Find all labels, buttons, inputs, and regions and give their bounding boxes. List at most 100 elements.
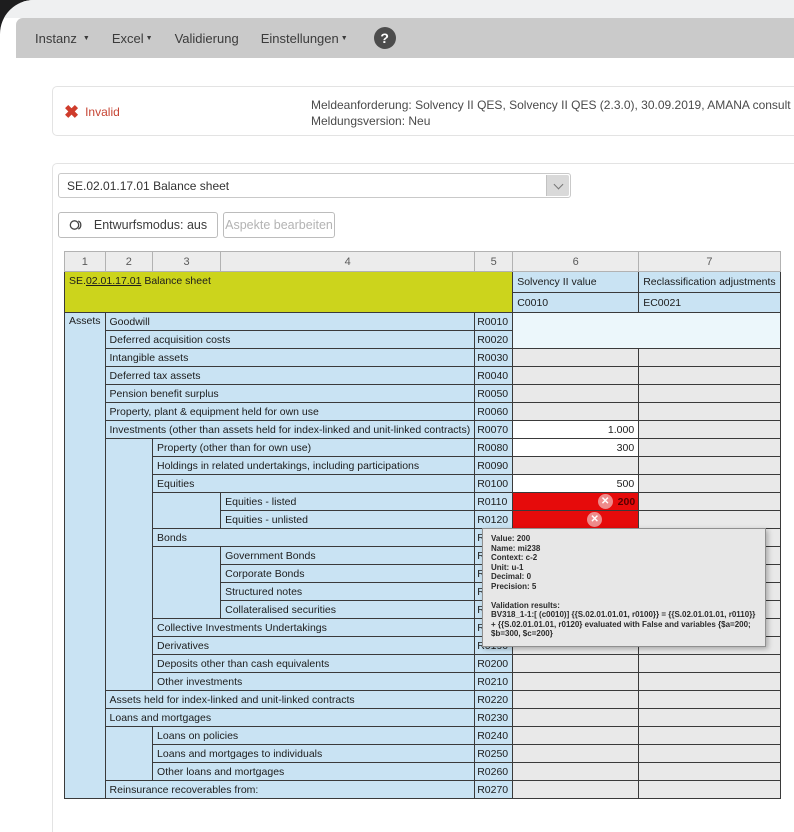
error-x-icon[interactable]: ✕ <box>598 494 613 509</box>
toolbar-item-validierung[interactable]: Validierung <box>175 31 239 46</box>
value-cell-c0010 <box>513 403 639 421</box>
toolbar-item-einstellungen[interactable]: Einstellungen▼ <box>261 31 348 46</box>
row-label: Loans and mortgages to individuals <box>153 745 475 763</box>
value-cell-c0010 <box>513 385 639 403</box>
row-label: Equities - unlisted <box>221 511 475 529</box>
row-code: R0110 <box>475 493 513 511</box>
edit-aspects-button[interactable]: Aspekte bearbeiten <box>223 212 335 238</box>
row-code: R0230 <box>475 709 513 727</box>
toolbar-item-instanz[interactable]: Instanz ▼ <box>35 31 90 46</box>
row-code: R0060 <box>475 403 513 421</box>
value-cell-c0010 <box>513 367 639 385</box>
toolbar-item-excel[interactable]: Excel▼ <box>112 31 153 46</box>
row-code: R0240 <box>475 727 513 745</box>
value-cell-ec0021 <box>639 673 780 691</box>
table-row: Loans and mortgagesR0230 <box>65 709 781 727</box>
row-code: R0270 <box>475 781 513 799</box>
column-number: 3 <box>153 252 221 272</box>
value-cell-ec0021 <box>639 385 780 403</box>
column-code-ec0021: EC0021 <box>639 293 780 313</box>
row-code: R0090 <box>475 457 513 475</box>
table-row: Other investmentsR0210 <box>65 673 781 691</box>
row-label: Structured notes <box>221 583 475 601</box>
value-cell-c0010 <box>513 763 639 781</box>
table-row: AssetsGoodwillR0010 <box>65 313 781 331</box>
indent-band <box>105 439 153 691</box>
edit-aspects-label: Aspekte bearbeiten <box>225 218 333 232</box>
sheet-title-cell: SE.02.01.17.01 Balance sheet <box>65 272 513 313</box>
table-row: Investments (other than assets held for … <box>65 421 781 439</box>
row-label: Loans and mortgages <box>105 709 475 727</box>
status-card: ✖ Invalid Meldeanforderung: Solvency II … <box>52 86 794 136</box>
help-button[interactable]: ? <box>374 27 396 49</box>
value-cell-ec0021 <box>639 493 780 511</box>
value-cell-ec0021 <box>639 367 780 385</box>
sheet-title-link[interactable]: 02.01.17.01 <box>86 275 141 287</box>
error-cell-content: ✕200 <box>516 493 635 510</box>
value-cell-c0010 <box>513 673 639 691</box>
toolbar-item-label: Excel <box>112 31 144 46</box>
template-select[interactable]: SE.02.01.17.01 Balance sheet <box>58 173 571 198</box>
row-code: R0080 <box>475 439 513 457</box>
caret-down-icon: ▼ <box>341 35 348 42</box>
value-cell-ec0021 <box>639 475 780 493</box>
indent-band <box>153 493 221 529</box>
value-cell-ec0021 <box>639 457 780 475</box>
value-cell-ec0021 <box>639 421 780 439</box>
balance-sheet-table: 1234567SE.02.01.17.01 Balance sheetSolve… <box>64 251 781 799</box>
report-card: SE.02.01.17.01 Balance sheet Entwurfsmod… <box>52 163 794 832</box>
error-x-icon[interactable]: ✕ <box>587 512 602 527</box>
value-cell-c0010[interactable]: 300 <box>513 439 639 457</box>
value-cell-ec0021 <box>639 403 780 421</box>
table-row: Holdings in related undertakings, includ… <box>65 457 781 475</box>
value-cell-ec0021 <box>639 745 780 763</box>
table-row: Loans on policiesR0240 <box>65 727 781 745</box>
value-cell-ec0021 <box>639 349 780 367</box>
value-cell-c0010 <box>513 349 639 367</box>
row-label: Loans on policies <box>153 727 475 745</box>
row-label: Investments (other than assets held for … <box>105 421 475 439</box>
toolbar-item-label: Instanz <box>35 31 77 46</box>
row-label: Intangible assets <box>105 349 475 367</box>
row-label: Bonds <box>153 529 475 547</box>
value-cell-c0010 <box>513 727 639 745</box>
row-label: Equities <box>153 475 475 493</box>
value-cell-ec0021 <box>639 709 780 727</box>
row-code: R0220 <box>475 691 513 709</box>
balance-sheet-table-wrap: 1234567SE.02.01.17.01 Balance sheetSolve… <box>64 251 781 799</box>
caret-down-icon: ▼ <box>83 35 90 42</box>
table-row: Equities - listedR0110✕200 <box>65 493 781 511</box>
value-cell-ec0021 <box>639 511 780 529</box>
table-row: Deferred tax assetsR0040 <box>65 367 781 385</box>
row-code: R0050 <box>475 385 513 403</box>
column-header-solvency-value: Solvency II value <box>513 272 639 293</box>
value-cell-c0010[interactable]: ✕ <box>513 511 639 529</box>
value-cell-c0010[interactable]: 1.000 <box>513 421 639 439</box>
value-cell-c0010 <box>513 691 639 709</box>
error-cell-content: ✕ <box>516 511 635 528</box>
table-row: Reinsurance recoverables from:R0270 <box>65 781 781 799</box>
row-label: Equities - listed <box>221 493 475 511</box>
section-cell-assets: Assets <box>65 313 106 799</box>
row-code: R0040 <box>475 367 513 385</box>
column-number: 4 <box>221 252 475 272</box>
column-code-c0010: C0010 <box>513 293 639 313</box>
report-meta: Meldeanforderung: Solvency II QES, Solve… <box>311 97 791 129</box>
column-number: 7 <box>639 252 780 272</box>
row-label: Reinsurance recoverables from: <box>105 781 475 799</box>
value-cell-ec0021 <box>639 439 780 457</box>
column-header-reclassification: Reclassification adjustments <box>639 272 780 293</box>
row-label: Property (other than for own use) <box>153 439 475 457</box>
table-row: EquitiesR0100500 <box>65 475 781 493</box>
draft-mode-label: Entwurfsmodus: aus <box>94 218 207 232</box>
draft-mode-button[interactable]: Entwurfsmodus: aus <box>58 212 218 238</box>
row-code: R0100 <box>475 475 513 493</box>
window-top-strip <box>0 0 794 18</box>
table-row: Loans and mortgages to individualsR0250 <box>65 745 781 763</box>
value-cell-c0010[interactable]: ✕200 <box>513 493 639 511</box>
select-chevron-box[interactable] <box>546 175 569 196</box>
value-cell-c0010[interactable]: 500 <box>513 475 639 493</box>
main-toolbar: Instanz▼Excel▼ValidierungEinstellungen▼? <box>16 18 794 58</box>
template-select-value: SE.02.01.17.01 Balance sheet <box>67 179 229 193</box>
row-label: Corporate Bonds <box>221 565 475 583</box>
